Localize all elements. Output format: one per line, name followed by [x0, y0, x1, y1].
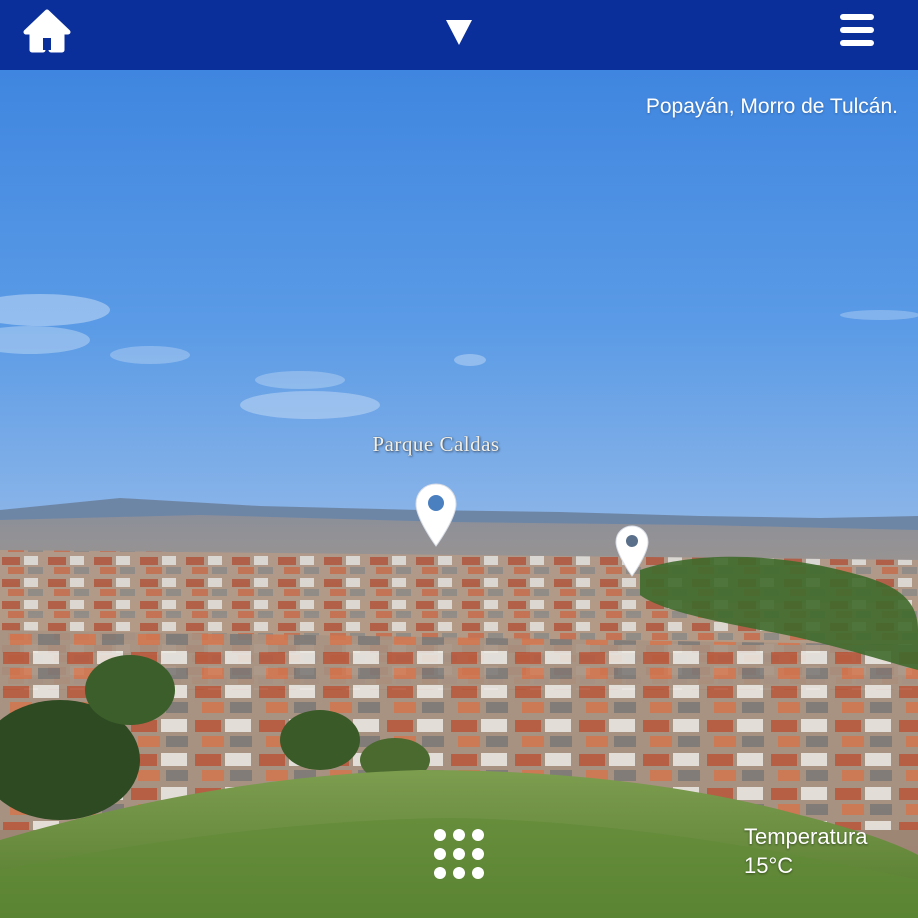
- virtual-tour-app: Popayán, Morro de Tulcán. Parque Caldas …: [0, 0, 918, 918]
- dots-grid-icon: [434, 829, 484, 879]
- map-pin-icon: [415, 483, 457, 547]
- panorama-image: [0, 70, 918, 918]
- panorama-view[interactable]: [0, 70, 918, 918]
- temperature-value: 15°C: [744, 853, 794, 878]
- weather-widget: Temperatura 15°C: [744, 822, 868, 880]
- collapse-toggle-button[interactable]: [440, 14, 478, 50]
- map-pin-icon: [615, 525, 649, 577]
- weather-label: Temperatura: [744, 824, 868, 849]
- hotspot-label-parque-caldas[interactable]: Parque Caldas: [330, 432, 542, 457]
- hotspot-marker-secondary[interactable]: [614, 524, 650, 578]
- top-bar: [0, 0, 918, 70]
- triangle-down-icon: [446, 20, 472, 45]
- home-button[interactable]: [22, 8, 72, 54]
- home-icon: [23, 9, 71, 53]
- gallery-grid-button[interactable]: [430, 826, 488, 882]
- hotspot-marker-parque-caldas[interactable]: [413, 482, 459, 550]
- hamburger-menu-icon: [840, 14, 874, 46]
- menu-button[interactable]: [834, 10, 880, 52]
- location-title: Popayán, Morro de Tulcán.: [645, 95, 898, 118]
